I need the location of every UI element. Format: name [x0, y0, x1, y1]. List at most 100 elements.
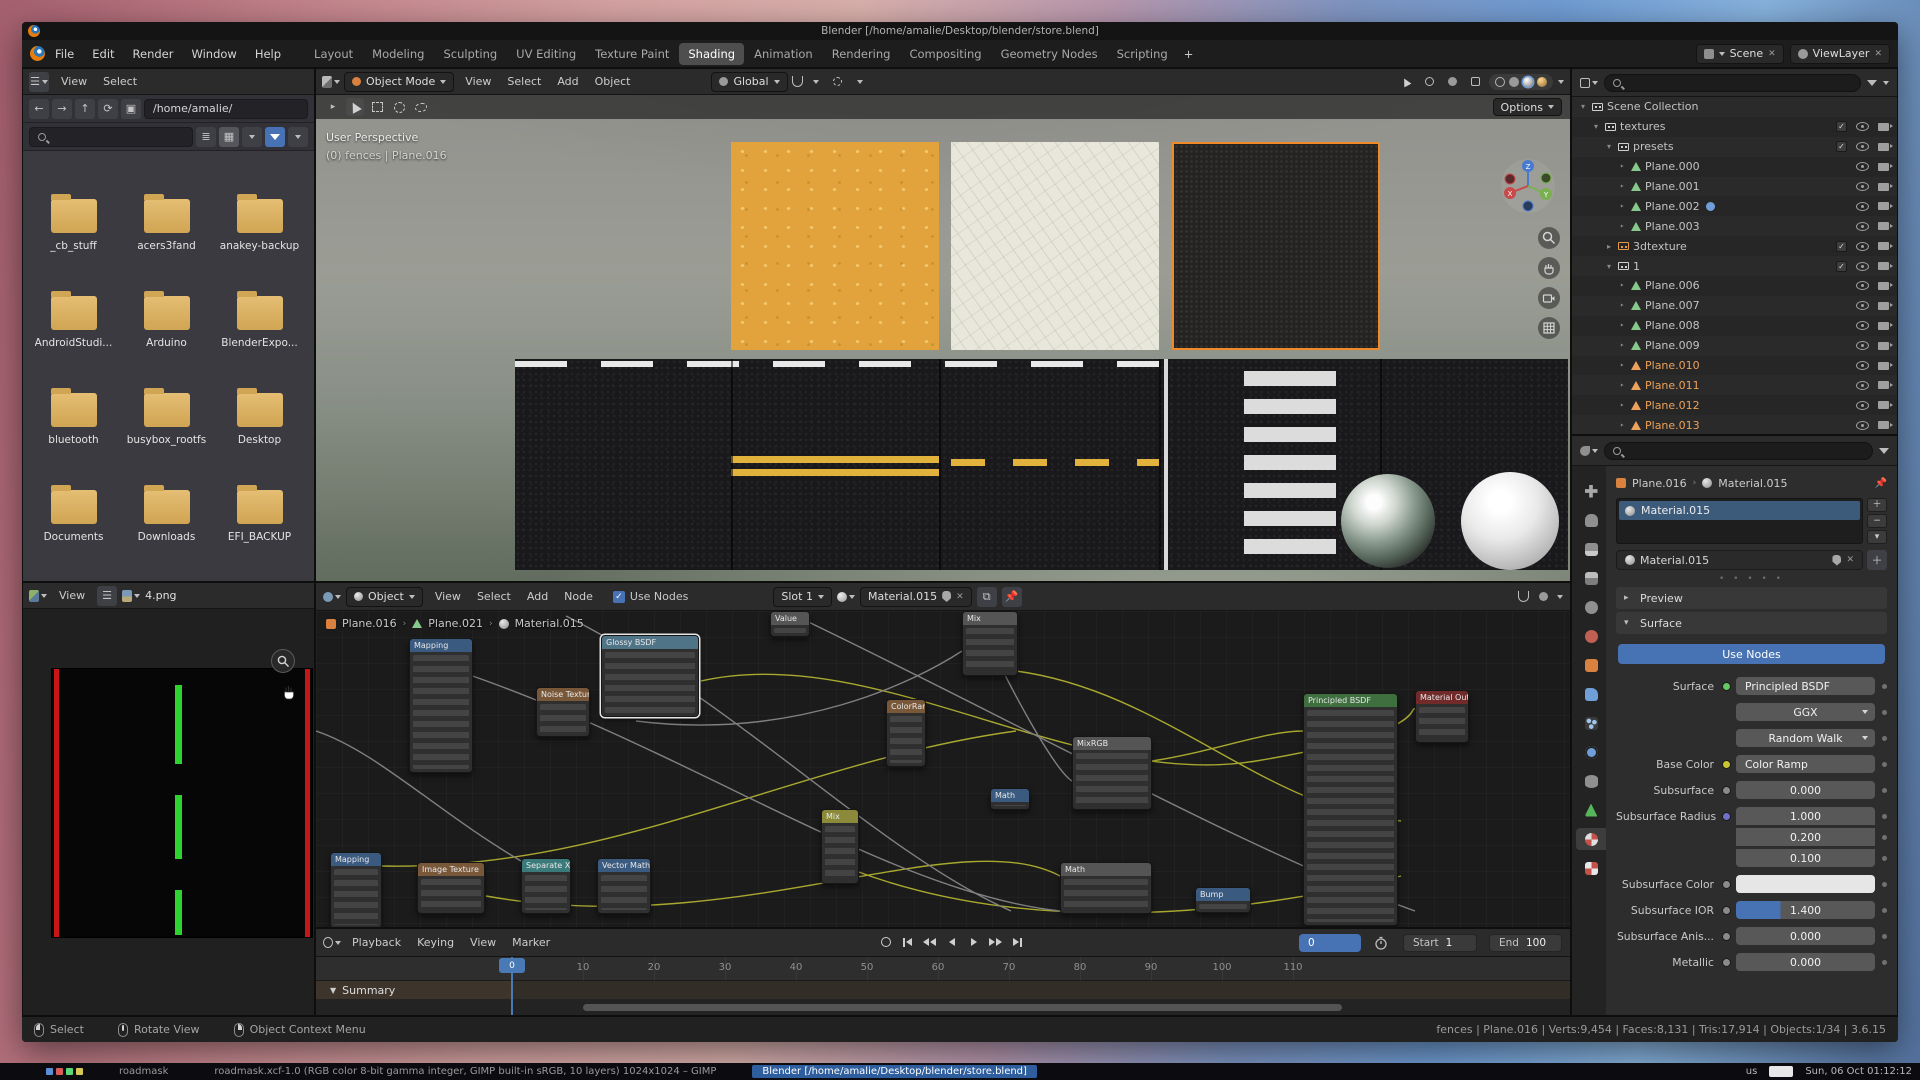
outliner-row[interactable]: ‣Plane.006	[1572, 276, 1897, 296]
render-camera-icon[interactable]	[1878, 322, 1889, 330]
viewport-3d[interactable]: Object Mode ViewSelectAddObject Global	[315, 68, 1571, 582]
properties-tab-scene[interactable]	[1576, 596, 1606, 618]
menu-view[interactable]: View	[52, 586, 92, 605]
folder-item[interactable]: bluetooth	[27, 393, 120, 446]
shader-node-mixrgb[interactable]: MixRGB	[1072, 736, 1152, 810]
properties-tab-modifiers[interactable]	[1576, 683, 1606, 705]
decorator-dot[interactable]	[1882, 710, 1887, 715]
image-name[interactable]: 4.png	[145, 589, 176, 602]
hide-eye-icon[interactable]	[1856, 142, 1869, 151]
wireframe-shading-icon[interactable]	[1495, 77, 1505, 87]
unlink-material-icon[interactable]: ✕	[956, 592, 964, 602]
slot-list-box[interactable]: Material.015	[1616, 498, 1863, 544]
toggle-ortho-grid-icon[interactable]	[1538, 317, 1560, 339]
shader-node-mapping[interactable]: Mapping	[330, 852, 382, 928]
expander-icon[interactable]: ‣	[1617, 222, 1627, 231]
display-mode-dropdown-icon[interactable]	[242, 127, 262, 147]
render-camera-icon[interactable]	[1878, 222, 1889, 230]
menu-object[interactable]: Object	[588, 72, 638, 91]
image-datablock-icon[interactable]	[122, 587, 140, 605]
menu-view[interactable]: View	[463, 933, 503, 952]
property-value-random-walk[interactable]: Random Walk	[1736, 729, 1875, 747]
decorator-dot[interactable]	[1882, 684, 1887, 689]
expander-icon[interactable]: ‣	[1617, 381, 1627, 390]
render-camera-icon[interactable]	[1878, 401, 1889, 409]
property-value-ggx[interactable]: GGX	[1736, 703, 1875, 721]
render-camera-icon[interactable]	[1878, 242, 1889, 250]
solid-shading-icon[interactable]	[1509, 77, 1519, 87]
surface-panel-header[interactable]: ▾ Surface	[1616, 612, 1887, 634]
fake-user-shield-icon[interactable]	[942, 591, 951, 602]
workspace-tab-texture-paint[interactable]: Texture Paint	[586, 43, 678, 65]
mode-selector[interactable]: Object Mode	[344, 72, 454, 92]
up-icon[interactable]: ↑	[75, 99, 95, 119]
hide-eye-icon[interactable]	[1856, 401, 1869, 410]
hide-eye-icon[interactable]	[1856, 361, 1869, 370]
property-value-0-100[interactable]: 0.100	[1736, 849, 1875, 867]
menu-help[interactable]: Help	[247, 44, 289, 64]
expander-icon[interactable]: ▸	[1604, 242, 1614, 251]
texture-plane-dark-selected[interactable]	[1172, 142, 1380, 350]
xray-toggle-icon[interactable]	[1466, 73, 1484, 91]
shading-dropdown-icon[interactable]	[1558, 80, 1564, 84]
options-button[interactable]: Options	[1493, 98, 1562, 116]
proportional-dropdown-icon[interactable]	[851, 73, 869, 91]
pager-dot[interactable]	[66, 1068, 73, 1075]
properties-tab-object[interactable]	[1576, 654, 1606, 676]
hide-eye-icon[interactable]	[1856, 122, 1869, 131]
property-value-subsurface[interactable]: 0.000	[1736, 781, 1875, 799]
filter-dropdown-icon[interactable]	[288, 127, 308, 147]
render-camera-icon[interactable]	[1878, 302, 1889, 310]
decorator-dot[interactable]	[1882, 788, 1887, 793]
render-camera-icon[interactable]	[1878, 163, 1889, 171]
folder-item[interactable]: Desktop	[213, 393, 306, 446]
property-value-subsurface-radius[interactable]: 1.000	[1736, 807, 1875, 825]
hide-eye-icon[interactable]	[1856, 421, 1869, 430]
property-value-subsurface-anis-[interactable]: 0.000	[1736, 927, 1875, 945]
frame-start-field[interactable]: Start1	[1403, 934, 1477, 952]
property-value-0-200[interactable]: 0.200	[1736, 828, 1875, 846]
shader-node-mapping[interactable]: Mapping	[409, 638, 473, 773]
expander-icon[interactable]: ▾	[1604, 262, 1614, 271]
zoom-icon[interactable]	[1538, 227, 1560, 249]
stopwatch-icon[interactable]	[1374, 936, 1388, 950]
expander-icon[interactable]: ‣	[1617, 182, 1627, 191]
breadcrumb-material[interactable]: Material.015	[515, 617, 584, 630]
decorator-dot[interactable]	[1882, 762, 1887, 767]
zoom-icon[interactable]	[271, 649, 295, 673]
folder-item[interactable]: anakey-backup	[213, 199, 306, 252]
editor-type-icon[interactable]	[1580, 74, 1598, 92]
unlink-viewlayer-icon[interactable]: ✕	[1874, 49, 1882, 59]
outliner-row[interactable]: ‣Plane.003	[1572, 216, 1897, 236]
play-reverse-icon[interactable]	[942, 934, 961, 950]
checkbox-icon[interactable]: ✓	[1836, 241, 1847, 252]
hamburger-menu-icon[interactable]: ☰	[97, 586, 117, 606]
menu-keying[interactable]: Keying	[410, 933, 461, 952]
folder-item[interactable]: busybox_rootfs	[120, 393, 213, 446]
menu-file[interactable]: File	[47, 44, 82, 64]
jump-to-end-icon[interactable]	[1008, 934, 1027, 950]
outliner-row[interactable]: ▸3dtexture✓	[1572, 236, 1897, 256]
display-thumbnails-icon[interactable]: ▦	[219, 127, 239, 147]
proportional-editing-icon[interactable]	[829, 73, 847, 91]
material-preview-shading-icon[interactable]	[1523, 77, 1533, 87]
folder-item[interactable]: acers3fand	[120, 199, 213, 252]
forward-icon[interactable]: →	[52, 99, 72, 119]
render-camera-icon[interactable]	[1878, 421, 1889, 429]
selectability-icon[interactable]	[1397, 73, 1415, 91]
breadcrumb-material[interactable]: Material.015	[1718, 477, 1787, 490]
outliner-row[interactable]: ▾textures✓	[1572, 117, 1897, 137]
expander-icon[interactable]: ‣	[1617, 421, 1627, 430]
editor-type-icon[interactable]	[29, 587, 47, 605]
menu-node[interactable]: Node	[557, 587, 600, 606]
jump-to-start-icon[interactable]	[898, 934, 917, 950]
shader-editor[interactable]: Object ViewSelectAddNode ✓ Use Nodes Slo…	[315, 582, 1571, 928]
filter-funnel-icon[interactable]	[265, 127, 285, 147]
rendered-shading-icon[interactable]	[1537, 77, 1547, 87]
clock[interactable]: Sun, 06 Oct 01:12:12	[1805, 1066, 1912, 1077]
expander-icon[interactable]: ‣	[1617, 301, 1627, 310]
pager-dot[interactable]	[46, 1068, 53, 1075]
folder-item[interactable]: Downloads	[120, 490, 213, 543]
select-tweak-tool-icon[interactable]	[346, 98, 364, 116]
folder-item[interactable]: EFI_BACKUP	[213, 490, 306, 543]
